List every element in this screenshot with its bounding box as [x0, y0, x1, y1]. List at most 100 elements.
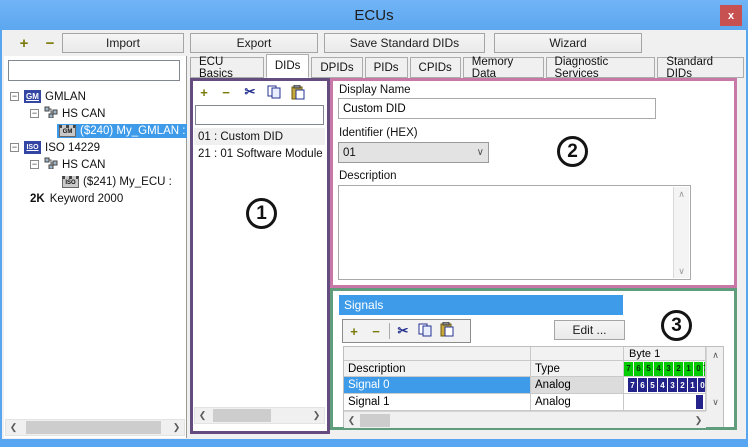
tab-diagnostic-services[interactable]: Diagnostic Services — [546, 57, 656, 78]
tree-item-hs-can-1[interactable]: − HS CAN — [4, 105, 186, 122]
plus-icon: + — [350, 324, 358, 339]
table-row[interactable]: Signal 1 Analog — [344, 394, 723, 411]
display-name-input[interactable] — [338, 98, 656, 119]
bit-header-cell: 4 — [654, 362, 663, 376]
allocated-bit-cell[interactable]: 2 — [678, 378, 687, 392]
close-button[interactable]: x — [720, 5, 742, 26]
scroll-right-icon[interactable]: ❯ — [309, 408, 324, 423]
cut-icon[interactable]: ✂ — [241, 83, 259, 101]
signal-description-cell[interactable]: Signal 1 — [344, 394, 531, 411]
allocated-bit-cell[interactable]: 3 — [668, 378, 677, 392]
tree-item-label: ($241) My_ECU : — [83, 176, 172, 188]
scroll-up-icon[interactable]: ∧ — [708, 348, 723, 363]
tab-standard-dids[interactable]: Standard DIDs — [657, 57, 744, 78]
2k-badge: 2K — [30, 193, 45, 205]
import-button[interactable]: Import — [62, 33, 184, 53]
collapse-icon[interactable]: − — [10, 143, 19, 152]
tree-item-label: HS CAN — [62, 159, 105, 171]
save-standard-dids-button[interactable]: Save Standard DIDs — [324, 33, 485, 53]
tab-dids[interactable]: DIDs — [266, 54, 310, 78]
scroll-thumb[interactable] — [360, 414, 390, 427]
title-bar[interactable]: ECUs x — [0, 0, 748, 30]
signal-description-cell[interactable]: Signal 0 — [344, 377, 531, 394]
tree-item-keyword-2000[interactable]: 2K Keyword 2000 — [4, 190, 186, 207]
column-header-row: Description Type 7 6 5 4 3 2 1 0 7 — [344, 361, 723, 377]
add-signal-button[interactable]: + — [343, 324, 365, 339]
scroll-up-icon[interactable]: ∧ — [674, 187, 689, 201]
signals-header: Signals — [339, 295, 623, 315]
scroll-thumb[interactable] — [26, 421, 161, 434]
tab-cpids[interactable]: CPIDs — [410, 57, 461, 78]
collapse-icon[interactable]: − — [30, 109, 39, 118]
scroll-right-icon[interactable]: ❯ — [169, 420, 184, 435]
gm-logo-icon: GM — [24, 90, 41, 103]
did-list-item[interactable]: 21 : 01 Software Module I — [194, 145, 325, 162]
collapse-icon[interactable]: − — [10, 92, 19, 101]
did-list-horizontal-scrollbar[interactable]: ❮ ❯ — [194, 407, 325, 424]
collapse-icon[interactable]: − — [30, 160, 39, 169]
bit-header-cell: 2 — [674, 362, 683, 376]
display-name-label: Display Name — [339, 84, 411, 96]
remove-did-button[interactable]: − — [217, 83, 235, 101]
scroll-left-icon[interactable]: ❮ — [6, 420, 21, 435]
signals-table: Byte 1 Description Type 7 6 5 4 3 2 — [343, 346, 724, 427]
plus-icon: + — [20, 35, 29, 52]
tab-pids[interactable]: PIDs — [365, 57, 408, 78]
add-did-button[interactable]: + — [195, 83, 213, 101]
tree-filter-input[interactable] — [8, 60, 180, 81]
description-textarea[interactable]: ∧ ∨ — [338, 185, 691, 280]
scroll-down-icon[interactable]: ∨ — [708, 395, 723, 410]
scroll-left-icon[interactable]: ❮ — [195, 408, 210, 423]
allocated-bit-cell[interactable]: 7 — [628, 378, 637, 392]
description-column-header: Description — [344, 361, 531, 377]
copy-icon[interactable] — [265, 83, 283, 101]
plus-icon: + — [200, 85, 208, 100]
signal-type-cell[interactable]: Analog — [531, 394, 624, 411]
tree-item-gmlan[interactable]: − GM GMLAN — [4, 88, 186, 105]
table-horizontal-scrollbar[interactable]: ❮ ❯ — [344, 411, 706, 428]
tab-memory-data[interactable]: Memory Data — [463, 57, 544, 78]
signal-bit-allocation[interactable] — [624, 394, 706, 411]
did-filter-input[interactable] — [195, 105, 324, 125]
tree-item-my-ecu[interactable]: ISO ($241) My_ECU : — [4, 173, 186, 190]
did-list-item[interactable]: 01 : Custom DID — [194, 128, 325, 145]
bit-header-cell: 3 — [664, 362, 673, 376]
scroll-thumb[interactable] — [213, 409, 271, 422]
textarea-scrollbar[interactable]: ∧ ∨ — [673, 187, 689, 278]
signals-panel: Signals + − ✂ Edit ... 3 — [330, 288, 737, 430]
did-list-panel: + − ✂ 01 : Custom DID 21 : 01 Software M… — [190, 78, 330, 434]
signal-bit-allocation[interactable]: 7 6 5 4 3 2 1 0 — [624, 377, 706, 394]
table-row[interactable]: Signal 0 Analog 7 6 5 4 3 2 1 0 — [344, 377, 723, 394]
remove-ecu-button[interactable]: − — [41, 34, 59, 52]
edit-signal-button[interactable]: Edit ... — [554, 320, 625, 340]
export-button[interactable]: Export — [190, 33, 318, 53]
wizard-button[interactable]: Wizard — [494, 33, 642, 53]
paste-icon[interactable] — [436, 322, 458, 340]
add-ecu-button[interactable]: + — [15, 34, 33, 52]
tree-item-my-gmlan[interactable]: GM ($240) My_GMLAN : — [4, 122, 186, 139]
copy-icon[interactable] — [414, 323, 436, 340]
identifier-select[interactable]: 01 ∨ — [338, 142, 489, 163]
allocated-bit-cell[interactable]: 5 — [648, 378, 657, 392]
allocated-bit-cell[interactable]: 1 — [688, 378, 697, 392]
tab-ecu-basics[interactable]: ECU Basics — [190, 57, 264, 78]
allocated-bit-cell[interactable]: 0 — [698, 378, 706, 392]
toolbar-separator — [389, 323, 390, 339]
allocated-bit-cell-clipped[interactable] — [696, 395, 703, 409]
scroll-left-icon[interactable]: ❮ — [344, 413, 359, 428]
tree-item-iso-14229[interactable]: − ISO ISO 14229 — [4, 139, 186, 156]
identifier-label: Identifier (HEX) — [339, 127, 418, 139]
scroll-right-icon[interactable]: ❯ — [691, 413, 706, 428]
remove-signal-button[interactable]: − — [365, 324, 387, 339]
tree-item-hs-can-2[interactable]: − HS CAN — [4, 156, 186, 173]
table-vertical-scrollbar[interactable]: ∧ ∨ — [706, 347, 723, 411]
cut-icon[interactable]: ✂ — [392, 323, 414, 339]
scroll-down-icon[interactable]: ∨ — [674, 264, 689, 278]
allocated-bit-cell[interactable]: 6 — [638, 378, 647, 392]
allocated-bit-cell[interactable]: 4 — [658, 378, 667, 392]
tab-dpids[interactable]: DPIDs — [311, 57, 362, 78]
paste-icon[interactable] — [289, 83, 307, 101]
tree-horizontal-scrollbar[interactable]: ❮ ❯ — [5, 419, 185, 436]
signal-type-cell[interactable]: Analog — [531, 377, 624, 394]
minus-icon: − — [372, 324, 380, 339]
